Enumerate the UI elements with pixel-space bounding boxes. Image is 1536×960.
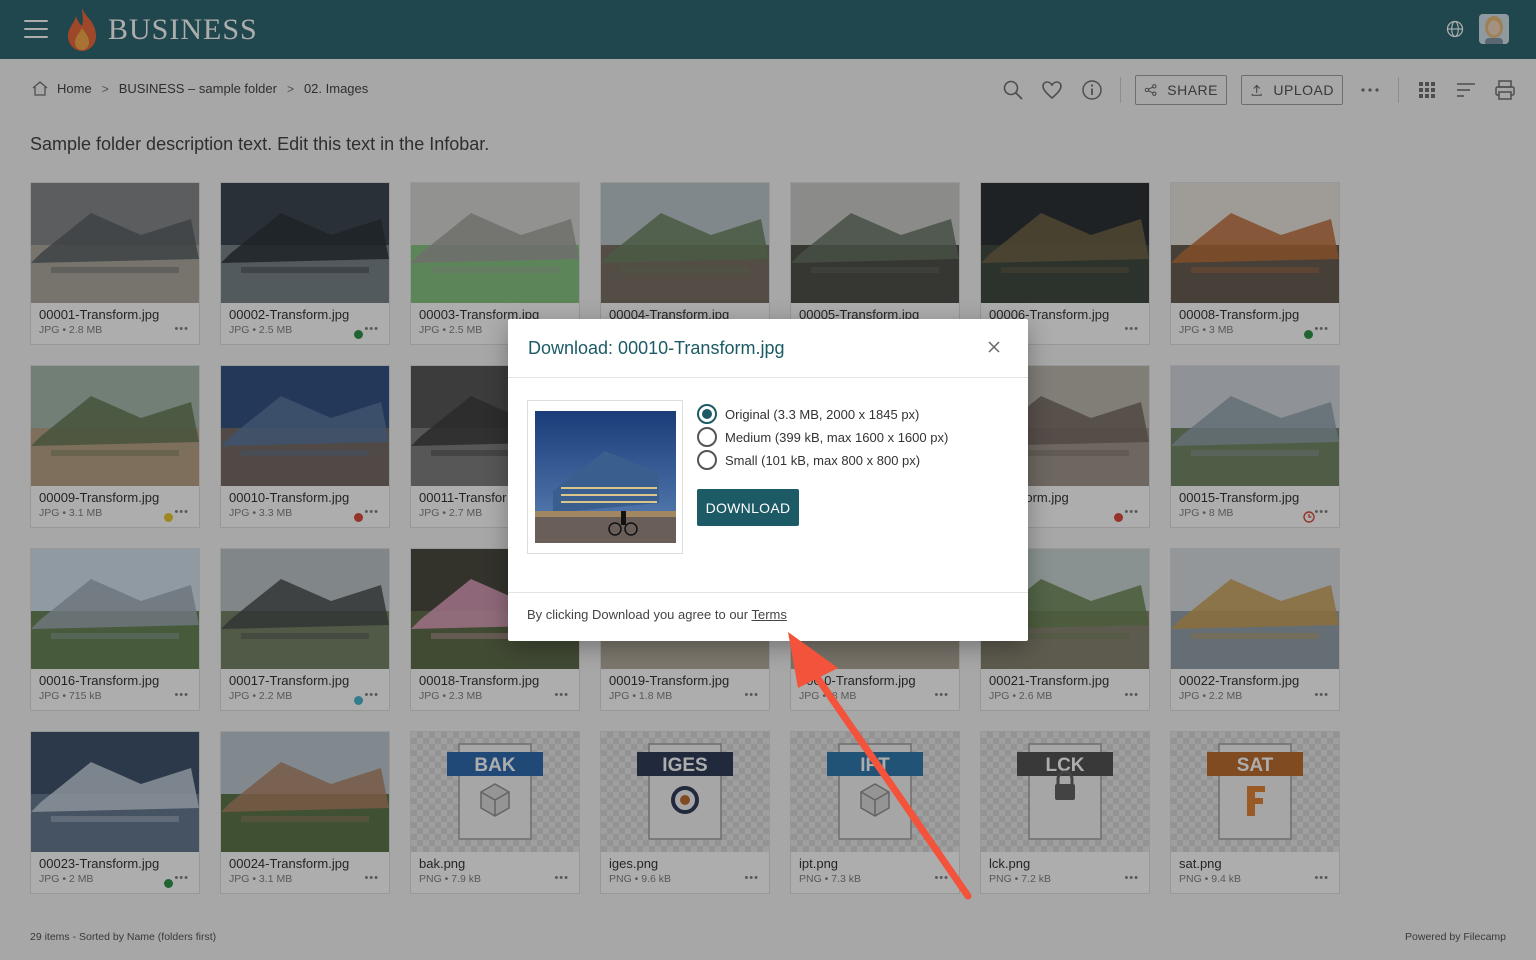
radio-small[interactable] [697, 450, 717, 470]
preview-image [535, 411, 676, 543]
option-original[interactable]: Original (3.3 MB, 2000 x 1845 px) [697, 404, 919, 424]
dialog-title: Download: 00010-Transform.jpg [528, 338, 785, 358]
download-dialog: Download: 00010-Transform.jpg Original (… [508, 319, 1028, 641]
divider [508, 592, 1028, 593]
terms-prefix: By clicking Download you agree to our [527, 607, 752, 622]
option-medium-label: Medium (399 kB, max 1600 x 1600 px) [725, 429, 949, 445]
option-small-label: Small (101 kB, max 800 x 800 px) [725, 452, 921, 468]
download-button[interactable]: DOWNLOAD [697, 489, 799, 526]
image-preview [527, 400, 683, 554]
radio-original[interactable] [697, 404, 717, 424]
option-original-label: Original (3.3 MB, 2000 x 1845 px) [725, 406, 920, 422]
close-icon[interactable] [986, 339, 1002, 355]
divider [508, 377, 1028, 378]
option-small[interactable]: Small (101 kB, max 800 x 800 px) [697, 450, 920, 470]
terms-link[interactable]: Terms [752, 607, 787, 622]
terms-notice: By clicking Download you agree to our Te… [527, 607, 787, 622]
radio-medium[interactable] [697, 427, 717, 447]
option-medium[interactable]: Medium (399 kB, max 1600 x 1600 px) [697, 427, 948, 447]
